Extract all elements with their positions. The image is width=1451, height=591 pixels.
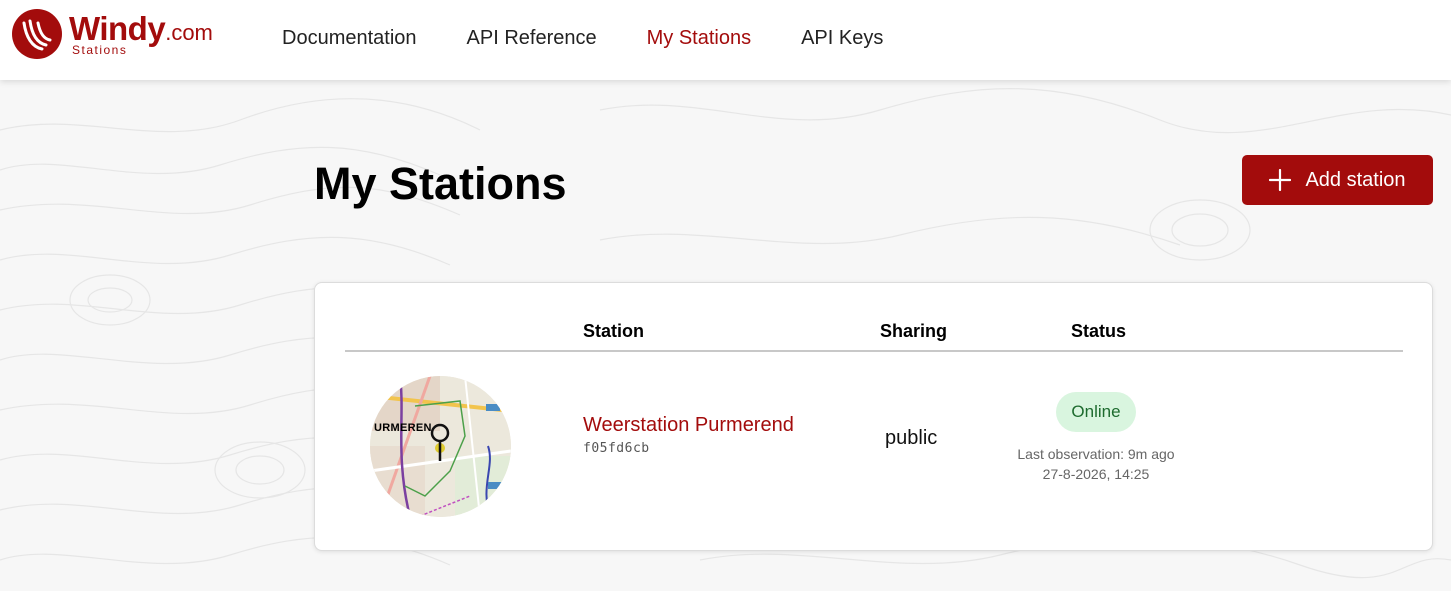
add-station-label: Add station [1305, 168, 1406, 191]
column-header-status: Status [1071, 321, 1127, 341]
windy-logo-icon [12, 9, 62, 59]
status-badge: Online [1056, 392, 1136, 432]
table-header-divider [345, 350, 1403, 352]
last-observation-text: Last observation: 9m ago [1017, 446, 1175, 462]
nav-documentation[interactable]: Documentation [282, 24, 417, 52]
map-place-label: URMEREN [374, 422, 432, 434]
main-nav: Documentation API Reference My Stations … [282, 24, 933, 52]
plus-icon [1269, 169, 1292, 191]
nav-api-keys[interactable]: API Keys [801, 24, 883, 52]
station-name-link[interactable]: Weerstation Purmerend [583, 414, 794, 437]
nav-my-stations[interactable]: My Stations [647, 24, 751, 52]
column-header-station: Station [583, 321, 644, 341]
top-navbar: Windy.com Stations Documentation API Ref… [0, 0, 1451, 80]
column-header-sharing: Sharing [880, 321, 948, 341]
last-observation: Last observation: 9m ago 27-8-2026, 14:2… [996, 444, 1196, 484]
last-observation-timestamp: 27-8-2026, 14:25 [1042, 466, 1150, 482]
windy-logo[interactable]: Windy.com Stations [12, 9, 213, 61]
sharing-value: public [885, 427, 938, 449]
page-title: My Stations [314, 158, 567, 209]
station-id: f05fd6cb [583, 441, 650, 456]
add-station-button[interactable]: Add station [1242, 155, 1433, 205]
nav-api-reference[interactable]: API Reference [467, 24, 597, 52]
logo-subtitle: Stations [72, 43, 128, 57]
stations-table-card: Station Sharing Status URMEREN Weerstati… [314, 282, 1433, 551]
station-map-thumbnail[interactable]: URMEREN [370, 376, 511, 517]
